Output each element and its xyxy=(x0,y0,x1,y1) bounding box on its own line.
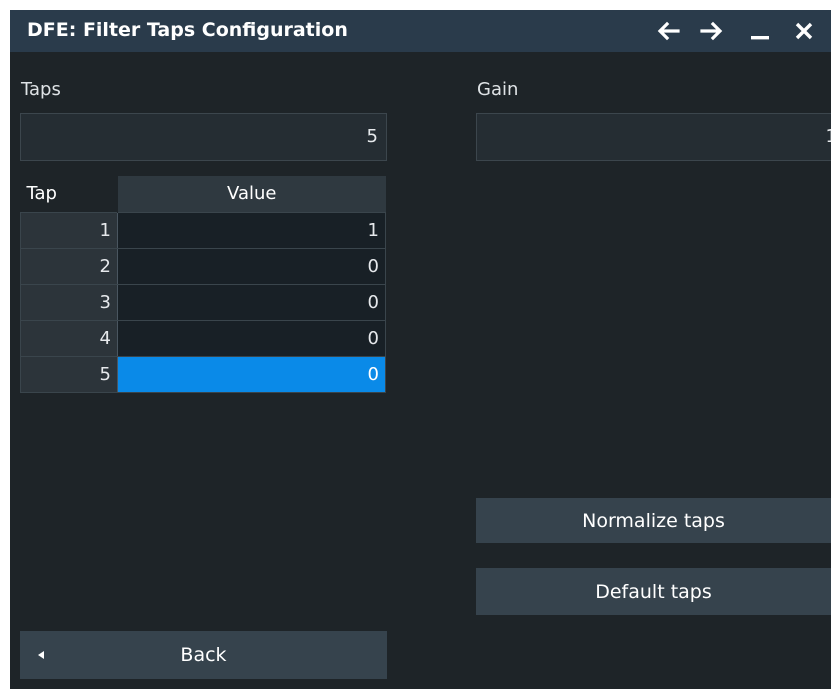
tap-value-cell[interactable]: 0 xyxy=(117,247,386,285)
title-bar: DFE: Filter Taps Configuration xyxy=(10,10,831,52)
normalize-taps-button[interactable]: Normalize taps xyxy=(476,498,831,543)
tap-value-cell-selected[interactable]: 0 xyxy=(117,355,386,393)
tap-index-cell: 4 xyxy=(20,319,118,357)
arrow-left-icon[interactable] xyxy=(651,10,685,52)
back-button[interactable]: Back xyxy=(20,631,387,679)
default-taps-label: Default taps xyxy=(595,580,712,603)
table-row: 2 0 xyxy=(20,247,386,285)
tap-value-cell[interactable]: 1 xyxy=(117,211,386,249)
tap-index-cell: 2 xyxy=(20,247,118,285)
tap-index-cell: 1 xyxy=(20,211,118,249)
tap-value-cell[interactable]: 0 xyxy=(117,319,386,357)
normalize-taps-label: Normalize taps xyxy=(582,509,725,532)
table-row: 3 0 xyxy=(20,283,386,321)
table-row-selected: 5 0 xyxy=(20,355,386,393)
tap-index-cell: 3 xyxy=(20,283,118,321)
tap-index-cell: 5 xyxy=(20,355,118,393)
back-label: Back xyxy=(180,644,227,666)
taps-table: Tap Value 1 1 2 0 3 0 4 0 5 0 xyxy=(20,176,386,393)
table-row: 1 1 xyxy=(20,211,386,249)
value-column-header: Value xyxy=(117,176,386,212)
tap-column-header: Tap xyxy=(20,176,118,212)
gain-input[interactable]: 1 xyxy=(476,113,831,161)
taps-label: Taps xyxy=(21,79,61,100)
dialog-title: DFE: Filter Taps Configuration xyxy=(27,19,348,41)
default-taps-button[interactable]: Default taps xyxy=(476,568,831,615)
back-arrow-icon xyxy=(38,651,44,659)
table-row: 4 0 xyxy=(20,319,386,357)
filter-taps-dialog: DFE: Filter Taps Configuration Taps 5 Ga… xyxy=(10,10,831,689)
tap-value-cell[interactable]: 0 xyxy=(117,283,386,321)
taps-input[interactable]: 5 xyxy=(20,113,387,161)
gain-label: Gain xyxy=(477,79,519,100)
arrow-right-icon[interactable] xyxy=(695,10,729,52)
table-header-row: Tap Value xyxy=(20,176,386,212)
minimize-icon[interactable] xyxy=(743,10,777,52)
close-icon[interactable] xyxy=(787,10,821,52)
